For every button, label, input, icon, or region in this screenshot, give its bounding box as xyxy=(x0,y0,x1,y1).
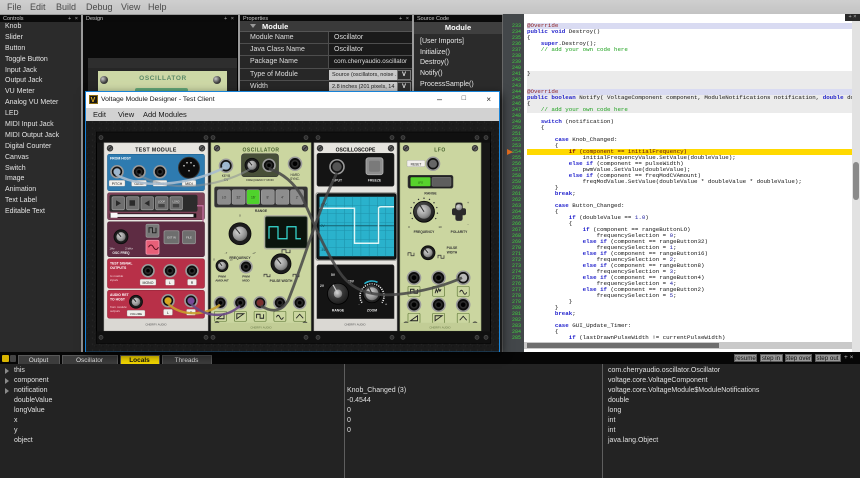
svg-text:ZOOM: ZOOM xyxy=(367,308,377,312)
svg-text:10: 10 xyxy=(438,224,442,228)
svg-text:LO: LO xyxy=(222,195,227,199)
svg-text:TO HOST: TO HOST xyxy=(110,297,126,301)
svg-text:2 kHz: 2 kHz xyxy=(125,246,133,250)
svg-text:OSCILLATOR: OSCILLATOR xyxy=(242,147,279,153)
svg-text:4': 4' xyxy=(281,195,284,199)
svg-text:RANGE: RANGE xyxy=(424,191,437,195)
svg-text:LFO: LFO xyxy=(418,180,423,184)
svg-text:OSCILLOSCOPE: OSCILLOSCOPE xyxy=(336,147,376,153)
svg-text:FILE: FILE xyxy=(186,235,192,239)
svg-text:VOLUME: VOLUME xyxy=(130,311,142,315)
svg-text:+7: +7 xyxy=(252,250,256,254)
svg-text:PULSE: PULSE xyxy=(447,245,458,249)
svg-text:outputs: outputs xyxy=(110,308,120,312)
svg-text:16': 16' xyxy=(251,195,256,199)
svg-text:FREEZE: FREEZE xyxy=(368,178,382,182)
svg-text:inputs: inputs xyxy=(110,277,119,281)
svg-text:+: + xyxy=(467,200,469,204)
svg-text:RESET: RESET xyxy=(411,162,422,166)
svg-text:LFO: LFO xyxy=(434,147,446,153)
svg-text:WIDTH: WIDTH xyxy=(447,250,458,254)
svg-text:TEST MODULE: TEST MODULE xyxy=(135,147,177,153)
svg-text:RANGE: RANGE xyxy=(332,308,345,312)
svg-text:FREQUENCY: FREQUENCY xyxy=(414,229,435,233)
svg-text:EXT IN: EXT IN xyxy=(167,235,176,239)
svg-text:L: L xyxy=(167,310,169,314)
svg-text:CHERRY AUDIO: CHERRY AUDIO xyxy=(344,322,366,326)
svg-text:CHERRY AUDIO: CHERRY AUDIO xyxy=(429,325,451,329)
svg-text:8': 8' xyxy=(267,195,270,199)
svg-text:SYNC.: SYNC. xyxy=(290,176,300,180)
svg-text:L: L xyxy=(169,280,171,284)
svg-text:MOD: MOD xyxy=(242,278,250,282)
svg-text:MONO: MONO xyxy=(143,280,154,284)
svg-text:AMOUNT: AMOUNT xyxy=(215,278,229,282)
svg-text:2': 2' xyxy=(296,195,299,199)
svg-text:TEST SIGNAL: TEST SIGNAL xyxy=(110,261,132,265)
svg-text:10: 10 xyxy=(229,257,233,261)
svg-text:AUDIO RET: AUDIO RET xyxy=(110,292,130,296)
svg-text:0V: 0V xyxy=(321,224,326,228)
svg-text:FREQUENCY MOD: FREQUENCY MOD xyxy=(246,177,274,181)
svg-text:1Hz: 1Hz xyxy=(109,246,115,250)
svg-text:LOOP: LOOP xyxy=(158,199,165,203)
svg-text:32': 32' xyxy=(236,195,241,199)
svg-text:PULSE WIDTH: PULSE WIDTH xyxy=(270,278,293,282)
svg-text:CHERRY AUDIO: CHERRY AUDIO xyxy=(250,325,272,329)
svg-text:PITCH: PITCH xyxy=(112,181,123,185)
svg-text:CHERRY AUDIO: CHERRY AUDIO xyxy=(145,322,167,326)
svg-text:FREQUENCY: FREQUENCY xyxy=(229,255,251,259)
svg-text:RANGE: RANGE xyxy=(255,208,268,212)
svg-text:OUTPUTS: OUTPUTS xyxy=(110,265,127,269)
svg-text:LOAD: LOAD xyxy=(172,199,179,203)
svg-text:OSC FREQ: OSC FREQ xyxy=(112,250,130,254)
svg-text:FROM HOST: FROM HOST xyxy=(110,156,132,160)
svg-text:-7: -7 xyxy=(225,250,228,254)
svg-text:POLARITY: POLARITY xyxy=(451,229,468,233)
